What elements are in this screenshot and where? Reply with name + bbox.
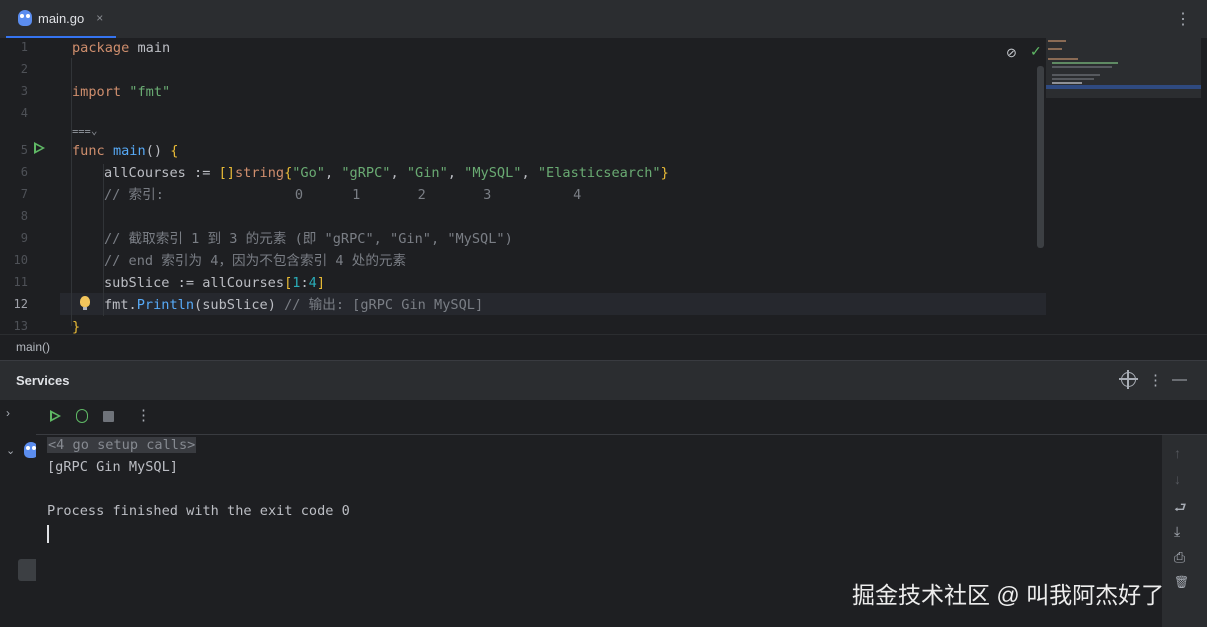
line-number: 1 <box>20 40 28 54</box>
code-line-1: package main <box>72 40 171 56</box>
code-line-3: import "fmt" <box>72 84 171 100</box>
code-line-7: // 索引: 0 1 2 3 4 <box>104 187 582 203</box>
code-line-5: func main() { <box>72 143 179 159</box>
line-number: 4 <box>20 106 28 120</box>
minimap-line <box>1052 82 1082 84</box>
console-side-toolbar: ↑ ↓ ⮐ ⤓ ⎙ 🗑 <box>1162 435 1207 627</box>
locate-icon[interactable] <box>1119 370 1138 389</box>
lightbulb-icon[interactable] <box>80 296 90 310</box>
line-number: 10 <box>13 253 28 267</box>
reader-mode-icon[interactable]: ⊘ <box>1006 45 1017 61</box>
minimap-line <box>1052 62 1118 64</box>
code-line-9: // 截取索引 1 到 3 的元素 (即 "gRPC", "Gin", "MyS… <box>104 231 513 247</box>
minimap-viewport <box>1046 85 1201 89</box>
scroll-up-icon[interactable]: ↑ <box>1174 445 1181 461</box>
code-minimap[interactable] <box>1046 38 1201 98</box>
breadcrumb-bar: main() <box>0 334 1207 361</box>
expand-chevron-icon[interactable]: › <box>6 406 10 420</box>
minimap-line <box>1052 74 1100 76</box>
print-icon[interactable]: ⎙ <box>1174 549 1185 566</box>
more-options-icon[interactable]: ⋮ <box>1175 9 1191 29</box>
debug-icon[interactable] <box>76 409 88 423</box>
tree-side-button[interactable] <box>18 559 36 581</box>
line-number: 3 <box>20 84 28 98</box>
code-line-10: // end 索引为 4，因为不包含索引 4 处的元素 <box>104 253 407 269</box>
services-title: Services <box>16 373 70 388</box>
console-output-line: [gRPC Gin MySQL] <box>47 459 178 475</box>
services-header: Services ⋮ — <box>0 360 1207 401</box>
tab-label: main.go <box>38 10 85 26</box>
line-number: 9 <box>20 231 28 245</box>
collapse-chevron-icon[interactable]: ⌄ <box>6 444 15 457</box>
console-exit-line: Process finished with the exit code 0 <box>47 503 350 519</box>
services-toolbar: ⋮ <box>36 400 1207 435</box>
line-number: 2 <box>20 62 28 76</box>
services-tree: › ⌄ <box>0 400 38 627</box>
soft-wrap-icon[interactable]: ⮐ <box>1174 497 1187 521</box>
trash-icon[interactable]: 🗑 <box>1174 575 1189 589</box>
scroll-down-icon[interactable]: ↓ <box>1174 471 1181 487</box>
minimap-line <box>1048 48 1062 50</box>
line-number: 8 <box>20 209 28 223</box>
run-gutter-icon[interactable] <box>34 142 45 154</box>
editor-tab-bar: main.go × ⋮ <box>0 0 1207 39</box>
line-number: 11 <box>13 275 28 289</box>
code-line-6: allCourses := []string{"Go", "gRPC", "Gi… <box>104 165 669 181</box>
scroll-to-end-icon[interactable]: ⤓ <box>1174 523 1180 540</box>
go-file-icon <box>18 10 32 26</box>
more-options-icon[interactable]: ⋮ <box>1148 371 1163 389</box>
minimap-line <box>1052 78 1094 80</box>
code-editor[interactable]: 1 2 3 4 5 6 7 8 9 10 11 12 13 package ma… <box>0 38 1207 335</box>
text-cursor <box>47 525 49 543</box>
code-line-11: subSlice := allCourses[1:4] <box>104 275 325 291</box>
stop-icon[interactable] <box>103 411 114 422</box>
close-icon[interactable]: × <box>96 11 103 25</box>
editor-scrollbar[interactable] <box>1037 66 1044 248</box>
line-number: 13 <box>13 319 28 333</box>
minimap-line <box>1052 66 1112 68</box>
setup-calls-fold[interactable]: <4 go setup calls> <box>47 437 197 453</box>
inlay-hint-icon[interactable]: ⩶⌄ <box>72 124 97 138</box>
line-number: 6 <box>20 165 28 179</box>
run-icon[interactable] <box>50 410 61 422</box>
watermark: 掘金技术社区 @ 叫我阿杰好了 <box>852 582 1165 608</box>
breadcrumb[interactable]: main() <box>16 340 50 354</box>
line-number: 7 <box>20 187 28 201</box>
minimap-line <box>1048 40 1066 42</box>
line-number: 5 <box>20 143 28 157</box>
minimap-line <box>1048 58 1078 60</box>
tab-main-go[interactable]: main.go × <box>6 0 116 36</box>
code-line-12: fmt.Println(subSlice) // 输出: [gRPC Gin M… <box>104 297 484 313</box>
minimize-icon[interactable]: — <box>1172 371 1187 388</box>
more-options-icon[interactable]: ⋮ <box>136 406 151 424</box>
line-number-current: 12 <box>13 297 28 311</box>
no-problems-check-icon[interactable]: ✓ <box>1030 43 1042 60</box>
